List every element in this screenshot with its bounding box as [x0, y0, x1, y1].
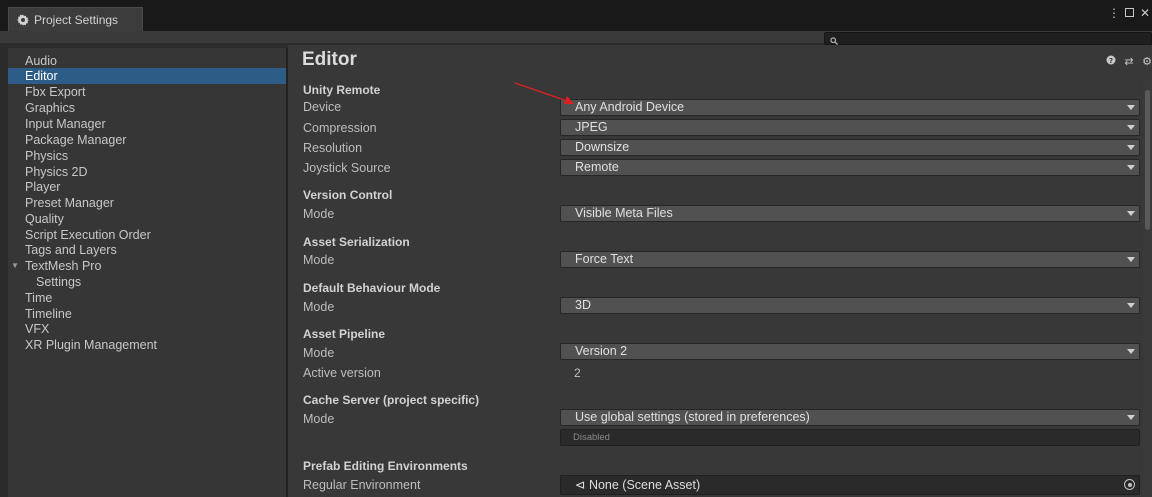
object-picker-icon[interactable] [1124, 479, 1135, 490]
sidebar-item-script-execution-order[interactable]: Script Execution Order [8, 227, 286, 243]
settings-panel: Editor ? ⇄ ⚙ Unity Remote Device Any And… [288, 45, 1152, 497]
regular-environment-field[interactable]: ⊲ None (Scene Asset) [560, 475, 1140, 495]
settings-icon[interactable]: ⚙ [1142, 55, 1152, 68]
section-prefab-editing: Prefab Editing Environments [303, 459, 468, 473]
vc-mode-value: Visible Meta Files [575, 206, 673, 220]
resolution-label: Resolution [303, 141, 363, 155]
tab-title: Project Settings [34, 12, 119, 27]
chevron-down-icon [1127, 415, 1135, 420]
sidebar-item-quality[interactable]: Quality [8, 211, 286, 227]
device-dropdown[interactable]: Any Android Device [560, 99, 1140, 116]
sidebar-item-package-manager[interactable]: Package Manager [8, 132, 286, 148]
serialization-mode-label: Mode [303, 253, 335, 267]
sidebar-item-graphics[interactable]: Graphics [8, 100, 286, 116]
chevron-down-icon [1127, 105, 1135, 110]
gear-icon [17, 14, 29, 26]
chevron-down-icon [1127, 257, 1135, 262]
serialization-mode-dropdown[interactable]: Force Text [560, 251, 1140, 268]
sidebar-item-xr-plugin-management[interactable]: XR Plugin Management [8, 337, 286, 353]
regular-environment-value: None (Scene Asset) [588, 478, 701, 492]
sidebar-item-editor[interactable]: Editor [8, 68, 286, 84]
joystick-source-value: Remote [575, 160, 619, 174]
tab-project-settings[interactable]: Project Settings [8, 7, 143, 31]
pipeline-mode-dropdown[interactable]: Version 2 [560, 343, 1140, 360]
resolution-dropdown[interactable]: Downsize [560, 139, 1140, 156]
more-icon[interactable]: ⋮ [1108, 6, 1120, 20]
sidebar-item-input-manager[interactable]: Input Manager [8, 116, 286, 132]
search-input[interactable] [824, 32, 1152, 45]
sidebar-item-fbx-export[interactable]: Fbx Export [8, 84, 286, 100]
vc-mode-label: Mode [303, 207, 335, 221]
sidebar-item-audio[interactable]: Audio [8, 53, 286, 69]
behaviour-mode-dropdown[interactable]: 3D [560, 297, 1140, 314]
joystick-source-label: Joystick Source [303, 161, 391, 175]
maximize-icon[interactable] [1124, 6, 1134, 20]
help-icon[interactable]: ? [1106, 55, 1116, 67]
section-asset-pipeline: Asset Pipeline [303, 327, 386, 341]
page-title: Editor [302, 49, 357, 70]
sidebar-item-physics-2d[interactable]: Physics 2D [8, 164, 286, 180]
section-version-control: Version Control [303, 188, 393, 202]
sidebar-item-textmesh-pro[interactable]: ▼ TextMesh Pro [8, 258, 286, 274]
scrollbar-thumb[interactable] [1145, 90, 1150, 230]
scene-asset-icon: ⊲ [575, 478, 589, 492]
device-label: Device [303, 100, 342, 114]
behaviour-mode-value: 3D [575, 298, 591, 312]
sidebar-item-preset-manager[interactable]: Preset Manager [8, 195, 286, 211]
expand-caret-icon[interactable]: ▼ [11, 258, 19, 274]
active-version-label: Active version [303, 366, 381, 380]
compression-label: Compression [303, 121, 377, 135]
compression-dropdown[interactable]: JPEG [560, 119, 1140, 136]
behaviour-mode-label: Mode [303, 300, 335, 314]
active-version-value: 2 [574, 366, 581, 380]
chevron-down-icon [1127, 349, 1135, 354]
chevron-down-icon [1127, 303, 1135, 308]
resolution-value: Downsize [575, 140, 630, 154]
section-default-behaviour-mode: Default Behaviour Mode [303, 281, 441, 295]
chevron-down-icon [1127, 145, 1135, 150]
sidebar-item-textmesh-settings[interactable]: Settings [8, 274, 286, 290]
sidebar-item-timeline[interactable]: Timeline [8, 306, 286, 322]
search-icon [830, 34, 838, 45]
preset-icon[interactable]: ⇄ [1124, 55, 1134, 68]
title-bar: Project Settings ⋮ ✕ [0, 0, 1152, 31]
chevron-down-icon [1127, 211, 1135, 216]
sidebar: Audio Editor Fbx Export Graphics Input M… [8, 48, 286, 497]
cache-mode-dropdown[interactable]: Use global settings (stored in preferenc… [560, 409, 1140, 426]
device-value: Any Android Device [575, 100, 685, 114]
close-icon[interactable]: ✕ [1140, 6, 1150, 20]
regular-environment-label: Regular Environment [303, 478, 421, 492]
section-asset-serialization: Asset Serialization [303, 235, 410, 249]
sidebar-item-tags-and-layers[interactable]: Tags and Layers [8, 242, 286, 258]
sidebar-item-physics[interactable]: Physics [8, 148, 286, 164]
sidebar-item-label: TextMesh Pro [25, 259, 102, 273]
cache-mode-value: Use global settings (stored in preferenc… [575, 410, 810, 424]
vc-mode-dropdown[interactable]: Visible Meta Files [560, 205, 1140, 222]
serialization-mode-value: Force Text [575, 252, 634, 266]
pipeline-mode-label: Mode [303, 346, 335, 360]
chevron-down-icon [1127, 165, 1135, 170]
svg-text:?: ? [1109, 57, 1113, 65]
cache-mode-label: Mode [303, 412, 335, 426]
cache-status-field: Disabled [560, 429, 1140, 446]
pipeline-mode-value: Version 2 [575, 344, 628, 358]
joystick-source-dropdown[interactable]: Remote [560, 159, 1140, 176]
section-unity-remote: Unity Remote [303, 83, 381, 97]
section-cache-server: Cache Server (project specific) [303, 393, 480, 407]
chevron-down-icon [1127, 125, 1135, 130]
sidebar-item-vfx[interactable]: VFX [8, 321, 286, 337]
sidebar-item-time[interactable]: Time [8, 290, 286, 306]
sidebar-item-player[interactable]: Player [8, 179, 286, 195]
compression-value: JPEG [575, 120, 608, 134]
annotation-arrow [514, 82, 574, 104]
